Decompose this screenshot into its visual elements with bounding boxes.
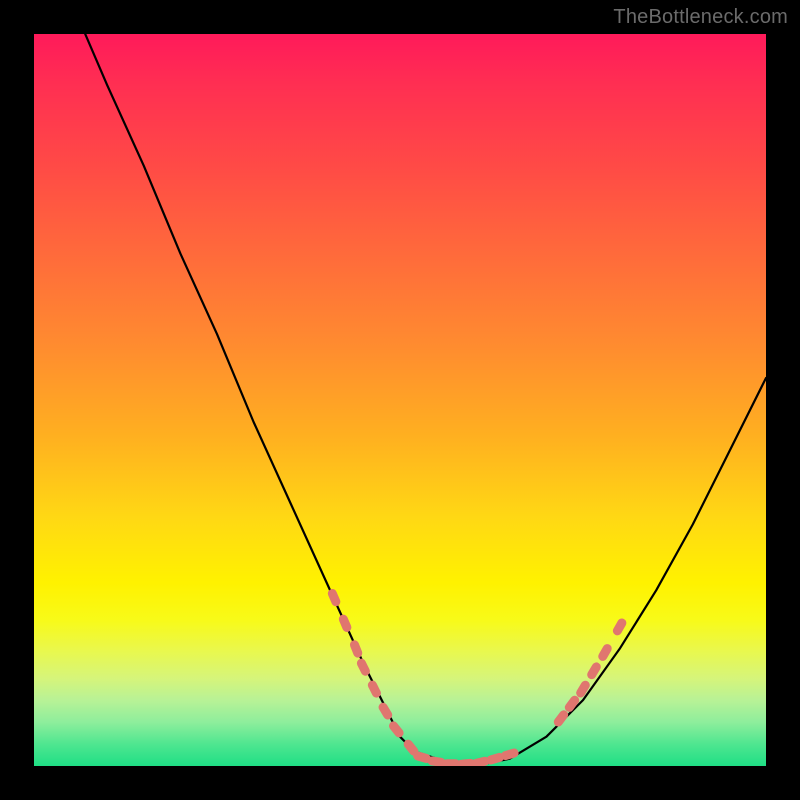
highlight-dots-right [552, 617, 628, 728]
curve-marker [326, 588, 341, 608]
bottleneck-curve [85, 34, 766, 766]
curve-marker [349, 639, 364, 659]
curve-marker [337, 613, 352, 633]
curve-marker [387, 720, 405, 740]
curve-marker [552, 709, 570, 729]
plot-area [34, 34, 766, 766]
chart-frame: TheBottleneck.com [0, 0, 800, 800]
highlight-dots-bottom [412, 747, 520, 766]
watermark-text: TheBottleneck.com [613, 6, 788, 29]
curve-marker [575, 679, 592, 699]
chart-svg [34, 34, 766, 766]
curve-marker [611, 617, 628, 637]
